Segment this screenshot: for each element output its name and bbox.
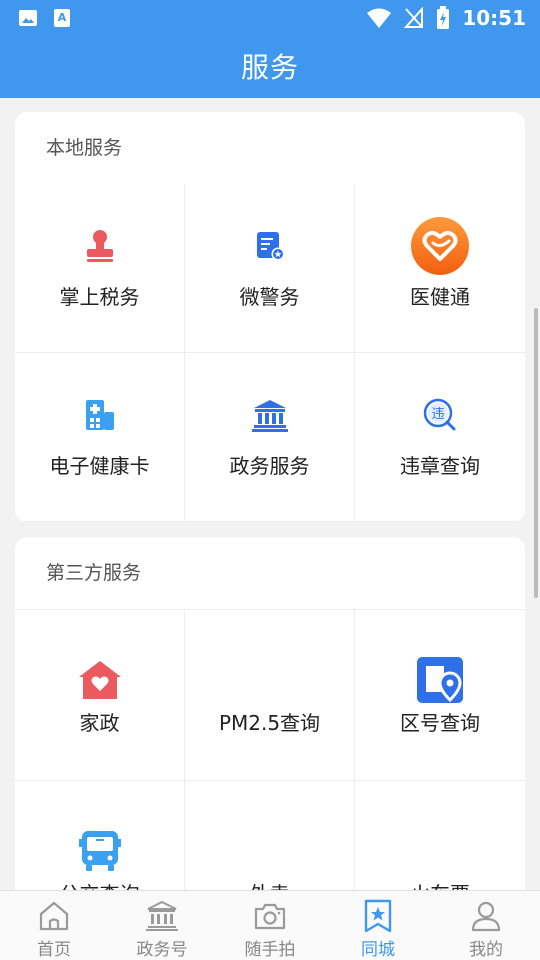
wifi-icon bbox=[367, 8, 392, 28]
service-tile-gov[interactable]: 政务服务 bbox=[185, 353, 355, 522]
service-label: 掌上税务 bbox=[59, 285, 140, 309]
bookmark-star-icon bbox=[364, 899, 392, 933]
home-icon bbox=[39, 901, 69, 931]
nav-item-snapshot[interactable]: 随手拍 bbox=[216, 891, 324, 960]
home-heart-icon bbox=[70, 650, 130, 710]
service-label: 政务服务 bbox=[229, 454, 310, 478]
violation-search-icon: 违 bbox=[410, 385, 470, 445]
text-notification-icon: A bbox=[54, 9, 70, 27]
service-label: 火车票 bbox=[355, 878, 525, 890]
service-tile-area-code[interactable]: 区号查询 bbox=[355, 610, 525, 781]
government-icon bbox=[146, 900, 178, 931]
section-title: 本地服务 bbox=[46, 137, 123, 159]
government-icon bbox=[240, 385, 300, 445]
clock: 10:51 bbox=[462, 6, 526, 30]
title-bar: 服务 bbox=[0, 38, 540, 98]
user-icon bbox=[471, 901, 501, 932]
service-tile-tax[interactable]: 掌上税务 bbox=[15, 184, 185, 353]
services-scroll-area[interactable]: 本地服务 掌上税务 微警务 医健通 电子健康卡 政务服务 违 违章查询 第三方服… bbox=[0, 98, 540, 890]
nav-label: 我的 bbox=[469, 940, 503, 960]
image-notification-icon bbox=[19, 10, 37, 26]
nav-item-mine[interactable]: 我的 bbox=[432, 891, 540, 960]
bus-icon bbox=[70, 821, 130, 881]
local-services-card: 本地服务 掌上税务 微警务 医健通 电子健康卡 政务服务 违 违章查询 bbox=[15, 112, 525, 522]
third-party-services-card: 第三方服务 家政 PM2.5查询 区号查询 公交查询 bbox=[15, 537, 525, 890]
service-label: PM2.5查询 bbox=[218, 711, 321, 735]
hospital-icon bbox=[70, 385, 130, 445]
service-tile-takeout[interactable]: 外卖 bbox=[185, 781, 355, 890]
nav-item-gov-account[interactable]: 政务号 bbox=[108, 891, 216, 960]
service-tile-health[interactable]: 医健通 bbox=[355, 184, 525, 353]
camera-icon bbox=[254, 903, 286, 930]
service-tile-housekeeping[interactable]: 家政 bbox=[15, 610, 185, 781]
scrollbar[interactable] bbox=[534, 308, 538, 598]
page-title: 服务 bbox=[240, 51, 299, 84]
battery-charging-icon bbox=[437, 6, 450, 29]
service-tile-train-ticket[interactable]: 火车票 bbox=[355, 781, 525, 890]
nav-label: 政务号 bbox=[136, 940, 188, 960]
service-label: 外卖 bbox=[185, 878, 354, 890]
area-code-icon bbox=[410, 650, 470, 710]
police-doc-icon bbox=[240, 216, 300, 276]
nav-label: 首页 bbox=[37, 940, 71, 960]
service-tile-police[interactable]: 微警务 bbox=[185, 184, 355, 353]
nav-item-local[interactable]: 同城 bbox=[324, 891, 432, 960]
service-label: 公交查询 bbox=[15, 878, 184, 890]
section-title: 第三方服务 bbox=[46, 562, 142, 584]
service-label: 微警务 bbox=[239, 285, 300, 309]
nav-label: 同城 bbox=[361, 940, 395, 960]
service-tile-health-card[interactable]: 电子健康卡 bbox=[15, 353, 185, 522]
no-signal-icon bbox=[404, 7, 424, 28]
svg-text:A: A bbox=[58, 11, 67, 24]
heart-app-icon bbox=[410, 216, 470, 276]
service-tile-violation[interactable]: 违 违章查询 bbox=[355, 353, 525, 522]
service-label: 家政 bbox=[79, 711, 120, 735]
service-tile-bus[interactable]: 公交查询 bbox=[15, 781, 185, 890]
service-tile-pm25[interactable]: PM2.5查询 bbox=[185, 610, 355, 781]
nav-label: 随手拍 bbox=[244, 940, 296, 960]
service-label: 区号查询 bbox=[400, 711, 480, 735]
bottom-navigation: 首页 政务号 随手拍 同城 我的 bbox=[0, 890, 540, 960]
status-bar: A 10:51 bbox=[0, 0, 540, 38]
service-label: 电子健康卡 bbox=[49, 454, 150, 478]
service-label: 违章查询 bbox=[400, 454, 480, 478]
nav-item-home[interactable]: 首页 bbox=[0, 891, 108, 960]
stamp-icon bbox=[70, 216, 130, 276]
svg-text:违: 违 bbox=[431, 407, 444, 422]
service-label: 医健通 bbox=[410, 285, 470, 309]
